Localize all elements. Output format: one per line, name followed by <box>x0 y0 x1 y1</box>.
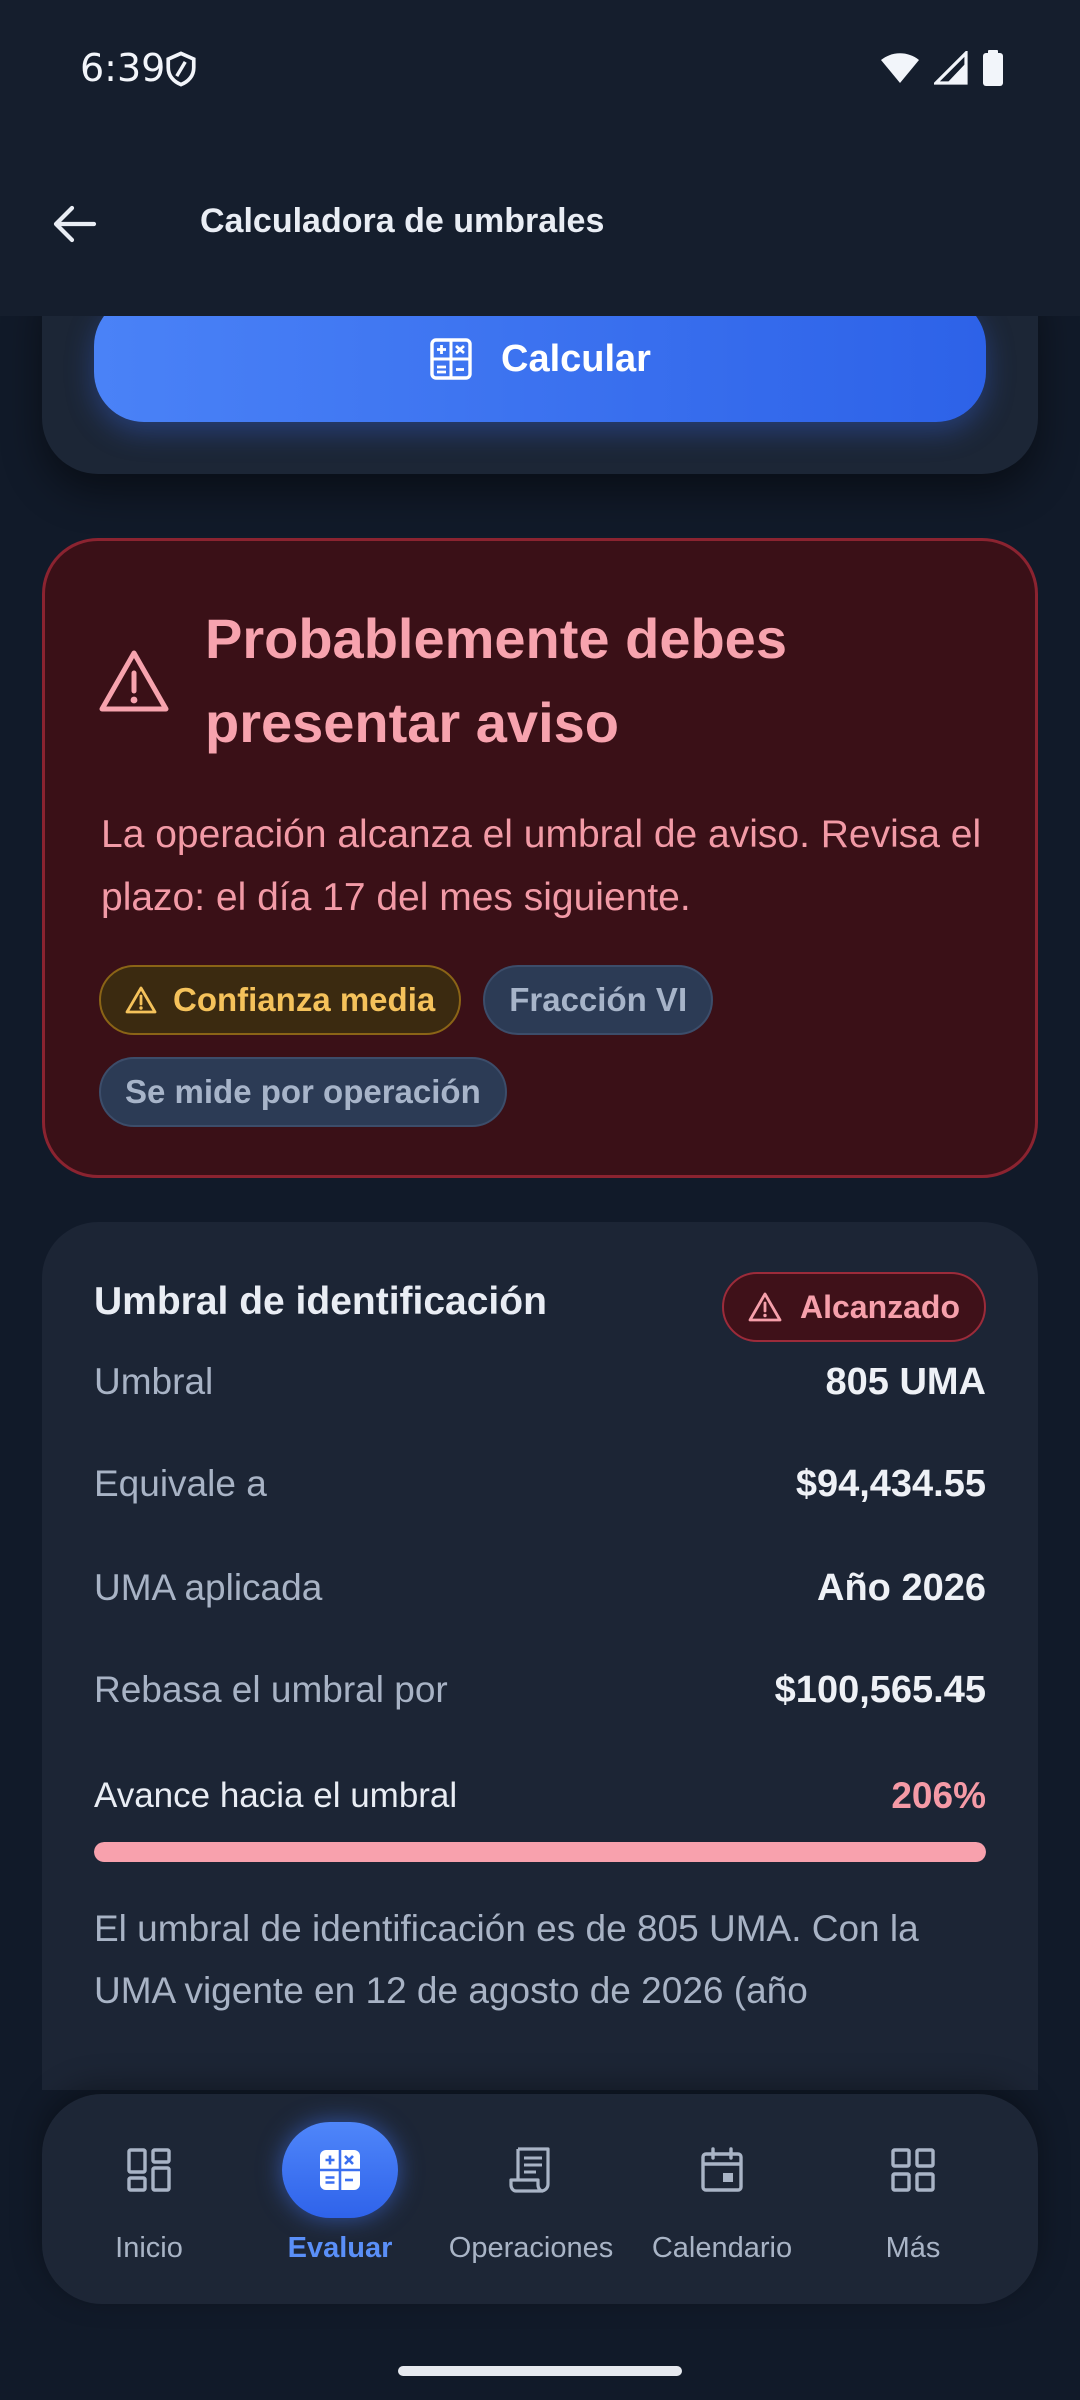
detail-row: Equivale a $94,434.55 <box>94 1454 986 1514</box>
nav-label: Operaciones <box>448 2232 614 2264</box>
nav-item-inicio[interactable]: Inicio <box>54 2122 244 2282</box>
detail-row: Rebasa el umbral por $100,565.45 <box>94 1660 986 1720</box>
detail-label: Umbral <box>94 1361 214 1402</box>
screen: 6:39 Calculadora de umbrales Calcular Pr… <box>0 0 1080 2400</box>
grid-icon <box>855 2122 971 2218</box>
bottom-navigation: Inicio Evaluar Operaciones Calendario Má… <box>42 2094 1038 2304</box>
detail-value: $94,434.55 <box>795 1462 986 1505</box>
warning-icon <box>99 650 169 712</box>
identification-card: Umbral de identificación Alcanzado Umbra… <box>42 1222 1038 2090</box>
progress-label: Avance hacia el umbral <box>94 1776 458 1815</box>
progress-bar-fill <box>94 1842 986 1862</box>
nav-label: Más <box>885 2232 941 2264</box>
nav-label: Calendario <box>651 2232 793 2264</box>
status-icons <box>880 50 1004 86</box>
warning-icon <box>748 1292 782 1322</box>
progress-row: Avance hacia el umbral 206% <box>94 1768 986 1824</box>
alert-body: La operación alcanza el umbral de aviso.… <box>101 813 982 919</box>
status-time: 6:39 <box>80 46 166 90</box>
scroll-content[interactable]: Calcular Probablemente debes presentar a… <box>0 316 1080 2090</box>
calculate-button[interactable]: Calcular <box>94 316 986 422</box>
detail-label: UMA aplicada <box>94 1567 323 1608</box>
shield-icon <box>166 51 196 87</box>
nav-item-mas[interactable]: Más <box>818 2122 1008 2282</box>
calculator-icon <box>282 2122 398 2218</box>
status-badge: Alcanzado <box>721 1272 986 1342</box>
measure-chip-label: Se mide por operación <box>125 1073 481 1110</box>
calculator-icon <box>430 338 472 380</box>
status-bar: 6:39 <box>0 0 1080 140</box>
confidence-chip-label: Confianza media <box>173 981 436 1018</box>
progress-bar <box>94 1842 986 1862</box>
nav-label: Evaluar <box>287 2232 393 2264</box>
calculate-card: Calcular <box>42 316 1038 474</box>
wifi-icon <box>881 53 919 83</box>
app-bar: Calculadora de umbrales <box>0 140 1080 316</box>
back-button[interactable] <box>38 188 110 260</box>
signal-icon <box>934 51 968 85</box>
identification-description: El umbral de identificación es de 805 UM… <box>94 1908 919 2011</box>
nav-label: Inicio <box>115 2232 183 2264</box>
receipt-icon <box>473 2122 589 2218</box>
fraction-chip: Fracción VI <box>483 965 714 1035</box>
calendar-icon <box>664 2122 780 2218</box>
detail-value: 805 UMA <box>825 1360 987 1403</box>
detail-value: Año 2026 <box>817 1566 986 1609</box>
nav-item-evaluar[interactable]: Evaluar <box>245 2122 435 2282</box>
fraction-chip-label: Fracción VI <box>509 981 688 1018</box>
confidence-chip: Confianza media <box>99 965 462 1035</box>
nav-item-operaciones[interactable]: Operaciones <box>436 2122 626 2282</box>
home-indicator[interactable] <box>398 2366 682 2376</box>
alert-card: Probablemente debes presentar aviso La o… <box>42 538 1038 1178</box>
battery-icon <box>983 50 1003 86</box>
progress-value: 206% <box>891 1775 986 1816</box>
detail-value: $100,565.45 <box>774 1668 986 1711</box>
warning-icon <box>125 986 157 1014</box>
nav-item-calendario[interactable]: Calendario <box>627 2122 817 2282</box>
detail-label: Equivale a <box>94 1463 267 1504</box>
calculate-label: Calcular <box>501 337 651 380</box>
alert-title: Probablemente debes presentar aviso <box>205 607 787 754</box>
page-title: Calculadora de umbrales <box>200 202 605 240</box>
detail-label: Rebasa el umbral por <box>94 1669 448 1710</box>
identification-title: Umbral de identificación <box>94 1280 547 1323</box>
dashboard-icon <box>91 2122 207 2218</box>
measure-chip: Se mide por operación <box>99 1057 507 1127</box>
status-badge-label: Alcanzado <box>799 1288 960 1325</box>
alert-chips: Confianza media Fracción VI Se mide por … <box>99 965 999 1127</box>
arrow-left-icon <box>53 205 97 243</box>
detail-row: UMA aplicada Año 2026 <box>94 1558 986 1618</box>
detail-row: Umbral 805 UMA <box>94 1352 986 1412</box>
